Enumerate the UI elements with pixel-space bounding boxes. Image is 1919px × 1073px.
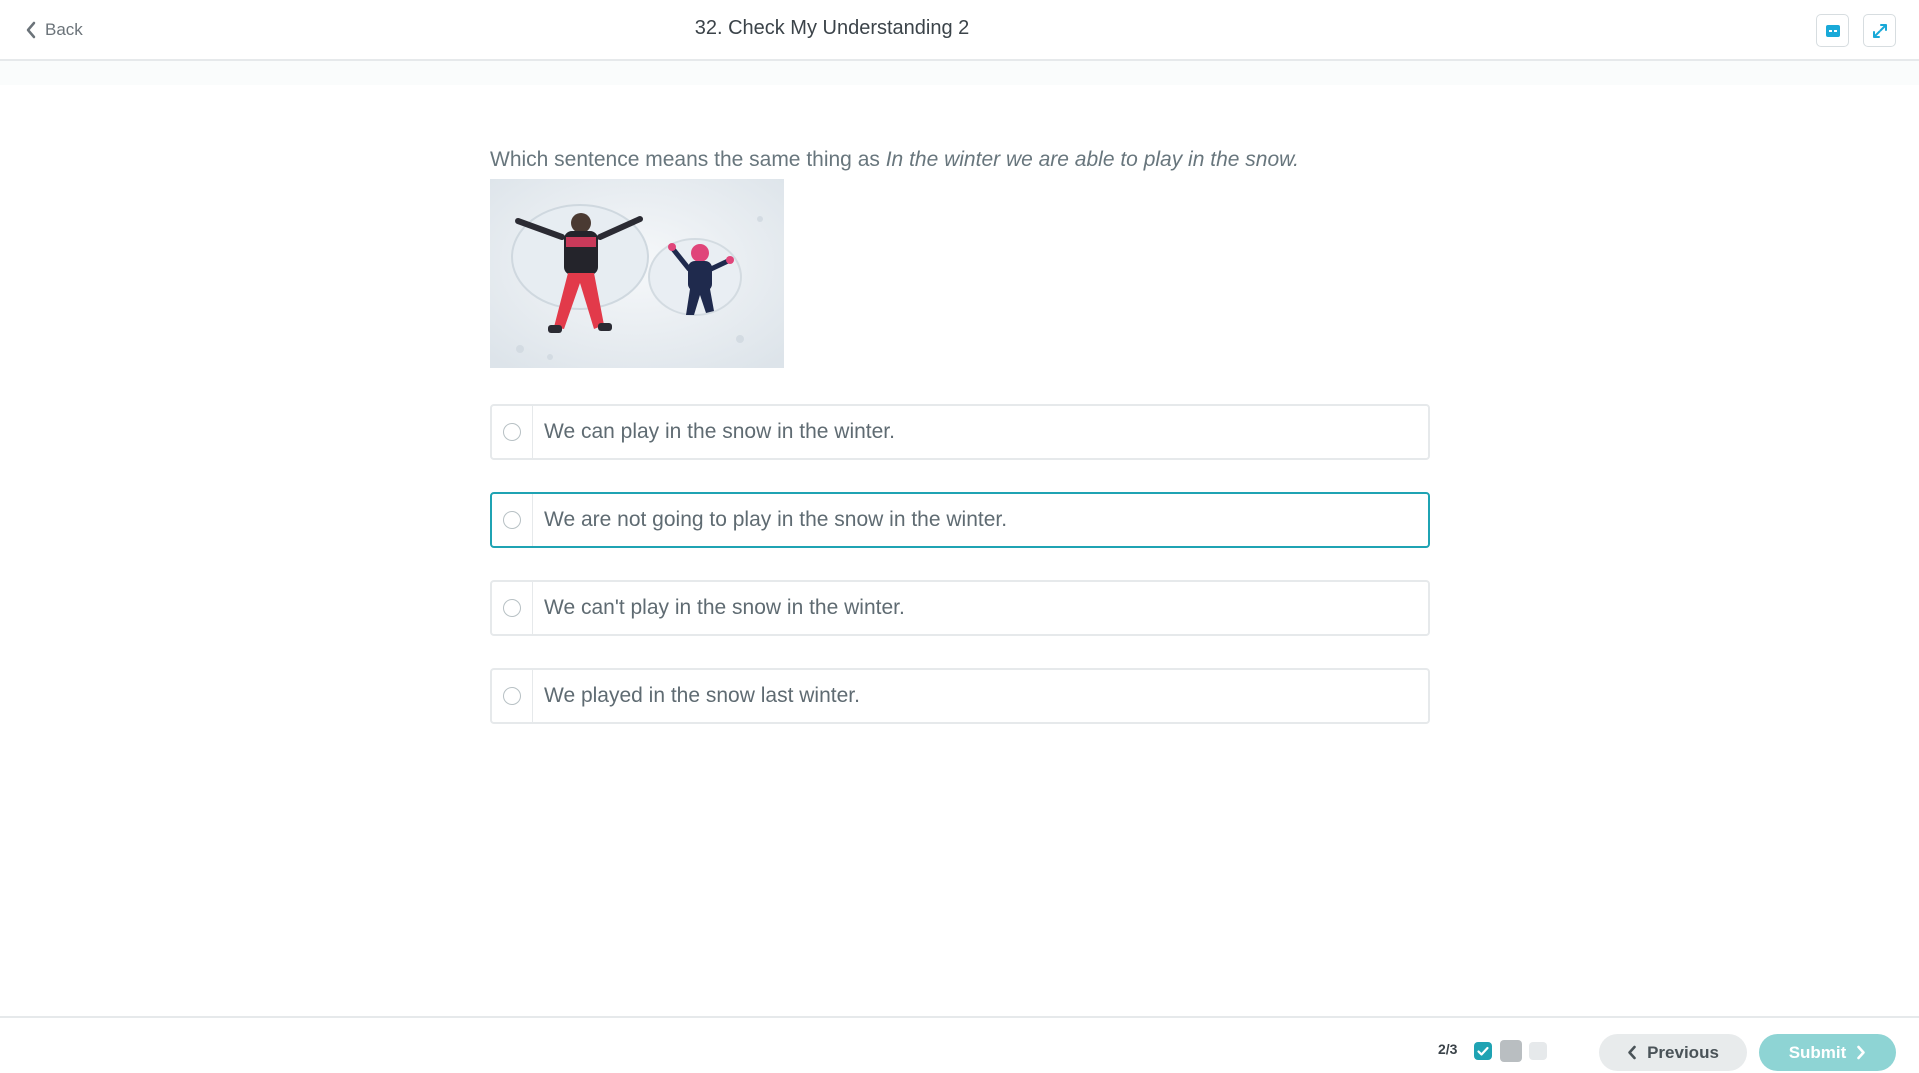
- radio-cell[interactable]: [492, 494, 533, 546]
- check-icon: [1477, 1046, 1489, 1056]
- question-quote: In the winter we are able to play in the…: [885, 148, 1299, 171]
- option-label[interactable]: We are not going to play in the snow in …: [533, 494, 1007, 546]
- answer-option[interactable]: We played in the snow last winter.: [490, 668, 1430, 724]
- radio-button[interactable]: [503, 687, 521, 705]
- top-bar: Back 32. Check My Understanding 2: [0, 0, 1919, 61]
- radio-cell[interactable]: [492, 406, 533, 458]
- previous-button[interactable]: Previous: [1599, 1034, 1747, 1071]
- question-text: Which sentence means the same thing as I…: [490, 148, 1299, 172]
- radio-button[interactable]: [503, 599, 521, 617]
- option-label[interactable]: We can't play in the snow in the winter.: [533, 582, 905, 634]
- previous-label: Previous: [1647, 1042, 1719, 1062]
- answer-option[interactable]: We can't play in the snow in the winter.: [490, 580, 1430, 636]
- question-image: [490, 179, 784, 368]
- highlighter-icon: [1825, 24, 1840, 37]
- expand-button[interactable]: [1863, 14, 1896, 47]
- radio-cell[interactable]: [492, 670, 533, 722]
- progress-step-current[interactable]: [1500, 1040, 1522, 1062]
- radio-button[interactable]: [503, 511, 521, 529]
- chevron-right-icon: [1857, 1045, 1866, 1060]
- radio-button[interactable]: [503, 423, 521, 441]
- expand-icon: [1872, 23, 1887, 38]
- question-prefix: Which sentence means the same thing as: [490, 148, 886, 171]
- option-label[interactable]: We can play in the snow in the winter.: [533, 406, 895, 458]
- answer-option[interactable]: We can play in the snow in the winter.: [490, 404, 1430, 460]
- header-shadow-band: [0, 61, 1919, 85]
- tool-button[interactable]: [1816, 14, 1849, 47]
- option-label[interactable]: We played in the snow last winter.: [533, 670, 860, 722]
- submit-label: Submit: [1788, 1042, 1847, 1062]
- progress-step-done[interactable]: [1474, 1042, 1492, 1060]
- chevron-left-icon: [1628, 1045, 1636, 1060]
- radio-cell[interactable]: [492, 582, 533, 634]
- page-counter: 2/3: [1438, 1041, 1458, 1057]
- progress-step-next[interactable]: [1529, 1042, 1547, 1060]
- page-title: 32. Check My Understanding 2: [694, 17, 970, 39]
- submit-button[interactable]: Submit: [1759, 1034, 1896, 1071]
- bottom-bar: 2/3 Previous Submit: [0, 1016, 1919, 1073]
- answer-option[interactable]: We are not going to play in the snow in …: [490, 492, 1430, 548]
